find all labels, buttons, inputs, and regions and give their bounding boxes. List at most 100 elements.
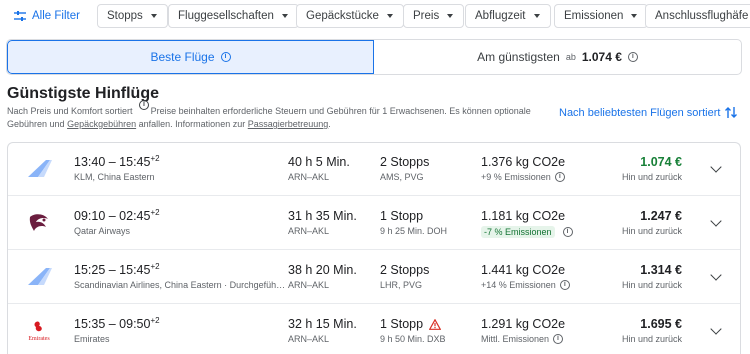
co2-value: 1.181 kg CO2e [481, 209, 566, 223]
filter-emissions[interactable]: Emissionen [554, 4, 649, 28]
warning-icon[interactable] [429, 318, 442, 330]
flight-times: 15:35 – 09:50+2 [74, 315, 160, 331]
chip-label: Fluggesellschaften [178, 10, 274, 22]
flight-route: ARN–AKL [288, 226, 330, 236]
stop-airports: AMS, PVG [380, 172, 424, 182]
airline-name: Qatar Airways [74, 226, 131, 236]
section-description: Nach Preis und Komfort sortiert Preise be… [7, 105, 547, 131]
sort-icon [725, 107, 738, 118]
sort-button[interactable]: Nach beliebtesten Flügen sortiert [559, 106, 738, 119]
airline-name: KLM, China Eastern [74, 172, 155, 182]
caret-down-icon [631, 14, 638, 18]
sort-label: Nach beliebtesten Flügen sortiert [559, 106, 721, 119]
chip-label: Gepäckstücke [306, 10, 379, 22]
trip-type: Hin und zurück [621, 172, 682, 182]
flight-row[interactable]: 15:25 – 15:45+2 Scandinavian Airlines, C… [8, 251, 740, 304]
sort-tabs: Beste Flüge i Am günstigsten ab 1.074 € … [6, 39, 742, 75]
desc-text: . [328, 119, 331, 129]
flight-duration: 31 h 35 Min. [288, 209, 357, 223]
chevron-down-icon[interactable] [710, 161, 722, 173]
flight-times: 09:10 – 02:45+2 [74, 207, 160, 223]
cheapest-price: 1.074 € [581, 50, 622, 64]
airline-name: Emirates [74, 334, 110, 344]
svg-text:Emirates: Emirates [28, 336, 50, 342]
flight-price: 1.074 € [640, 155, 682, 169]
chip-label: Abflugzeit [475, 10, 526, 22]
caret-down-icon [447, 14, 454, 18]
co2-value: 1.291 kg CO2e [481, 317, 566, 331]
chevron-down-icon[interactable] [710, 269, 722, 281]
filter-bar: Alle Filter Stopps Fluggesellschaften Ge… [0, 0, 750, 34]
filter-baggage[interactable]: Gepäckstücke [296, 4, 404, 28]
flight-route: ARN–AKL [288, 172, 330, 182]
section-title: Günstigste Hinflüge [7, 85, 159, 102]
tab-best-flights[interactable]: Beste Flüge i [7, 40, 374, 74]
emissions-label: +14 % Emissionen i [481, 280, 570, 290]
flight-times: 15:25 – 15:45+2 [74, 261, 160, 277]
baggage-fees-link[interactable]: Gepäckgebühren [67, 119, 136, 129]
info-icon[interactable]: i [553, 334, 564, 344]
stop-airports: 9 h 25 Min. DOH [380, 226, 448, 236]
flight-price: 1.695 € [640, 317, 682, 331]
flight-duration: 40 h 5 Min. [288, 155, 350, 169]
filter-stops[interactable]: Stopps [97, 4, 168, 28]
caret-down-icon [533, 14, 540, 18]
stops-count: 1 Stopp [380, 317, 442, 331]
china-eastern-logo [28, 160, 52, 177]
chip-label: Anschlussflughäfe [655, 10, 749, 22]
caret-down-icon [386, 14, 393, 18]
stops-count: 1 Stopp [380, 209, 424, 223]
emissions-label: +9 % Emissionen i [481, 172, 565, 182]
desc-text: anfallen. Informationen zur [138, 119, 246, 129]
emissions-label: Mittl. Emissionen i [481, 334, 564, 344]
flight-duration: 32 h 15 Min. [288, 317, 357, 331]
china-eastern-logo [28, 268, 52, 285]
info-icon[interactable]: i [559, 280, 570, 290]
all-filters-label: Alle Filter [32, 10, 80, 22]
co2-value: 1.376 kg CO2e [481, 155, 566, 169]
stop-airports: 9 h 50 Min. DXB [380, 334, 446, 344]
info-icon[interactable]: i [554, 172, 565, 182]
flight-row[interactable]: Emirates 15:35 – 09:50+2 Emirates 32 h 1… [8, 305, 740, 354]
flight-results: 13:40 – 15:45+2 KLM, China Eastern 40 h … [7, 142, 741, 354]
chevron-down-icon[interactable] [710, 215, 722, 227]
flight-route: ARN–AKL [288, 334, 330, 344]
info-icon[interactable]: i [627, 52, 638, 62]
passenger-assistance-link[interactable]: Passagierbetreuung [248, 119, 329, 129]
flight-row[interactable]: 09:10 – 02:45+2 Qatar Airways 31 h 35 Mi… [8, 197, 740, 250]
info-icon[interactable]: i [562, 227, 573, 237]
flight-duration: 38 h 20 Min. [288, 263, 357, 277]
filter-departure-time[interactable]: Abflugzeit [465, 4, 551, 28]
tab-cheapest[interactable]: Am günstigsten ab 1.074 € i [374, 40, 741, 74]
filter-price[interactable]: Preis [403, 4, 465, 28]
caret-down-icon [150, 14, 157, 18]
emissions-label: -7 % Emissionen i [481, 226, 573, 238]
desc-text: Nach Preis und Komfort sortiert [7, 106, 133, 116]
all-filters-button[interactable]: Alle Filter [14, 4, 80, 28]
trip-type: Hin und zurück [621, 226, 682, 236]
stops-count: 2 Stopps [380, 263, 430, 277]
trip-type: Hin und zurück [621, 334, 682, 344]
chip-label: Preis [413, 10, 440, 22]
flight-price: 1.247 € [640, 209, 682, 223]
flight-row[interactable]: 13:40 – 15:45+2 KLM, China Eastern 40 h … [8, 143, 740, 196]
tab-label: Beste Flüge [150, 50, 215, 64]
emirates-logo: Emirates [28, 321, 50, 342]
tune-icon [14, 11, 26, 21]
qatar-logo [29, 214, 48, 231]
airline-name: Scandinavian Airlines, China Eastern · D… [74, 280, 286, 290]
flight-route: ARN–AKL [288, 280, 330, 290]
chip-label: Emissionen [564, 10, 624, 22]
chip-label: Stopps [107, 10, 143, 22]
flight-times: 13:40 – 15:45+2 [74, 153, 160, 169]
info-icon[interactable]: i [220, 52, 231, 62]
stops-count: 2 Stopps [380, 155, 430, 169]
stop-airports: LHR, PVG [380, 280, 423, 290]
co2-value: 1.441 kg CO2e [481, 263, 566, 277]
trip-type: Hin und zurück [621, 280, 682, 290]
filter-airlines[interactable]: Fluggesellschaften [168, 4, 299, 28]
caret-down-icon [281, 14, 288, 18]
filter-connecting-airports[interactable]: Anschlussflughäfe [645, 4, 750, 28]
chevron-down-icon[interactable] [710, 323, 722, 335]
price-prefix: ab [565, 52, 576, 62]
